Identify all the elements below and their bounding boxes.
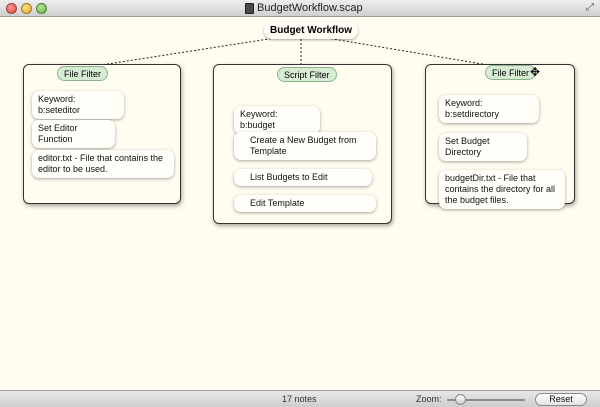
note-keyword-setdirectory[interactable]: Keyword: b:setdirectory (439, 95, 539, 123)
move-cursor-icon: ✥ (530, 65, 541, 79)
note-list-budgets[interactable]: List Budgets to Edit (234, 169, 372, 186)
note-create-new-budget[interactable]: Create a New Budget from Template (234, 132, 376, 160)
window-title: BudgetWorkflow.scap (257, 2, 363, 14)
document-icon (245, 3, 254, 14)
fullscreen-icon[interactable]: ⤢ (586, 2, 594, 13)
title-bar[interactable]: BudgetWorkflow.scap ⤢ (0, 0, 600, 17)
group-title-file-filter-directory[interactable]: File Filter (485, 65, 537, 80)
note-set-budget-directory[interactable]: Set Budget Directory (439, 133, 527, 161)
zoom-label: Zoom: (416, 394, 442, 404)
note-edit-template[interactable]: Edit Template (234, 195, 376, 212)
note-count: 17 notes (282, 394, 317, 404)
root-node-budget-workflow[interactable]: Budget Workflow (264, 22, 359, 39)
reset-zoom-button[interactable]: Reset (535, 393, 587, 406)
note-set-editor-function[interactable]: Set Editor Function (32, 120, 115, 148)
note-budgetdir-txt[interactable]: budgetDir.txt - File that contains the d… (439, 170, 565, 209)
note-editor-txt[interactable]: editor.txt - File that contains the edit… (32, 150, 174, 178)
group-title-file-filter-editor[interactable]: File Filter (57, 66, 109, 81)
status-bar: 17 notes Zoom: Reset (0, 390, 600, 407)
map-canvas[interactable]: Budget Workflow File Filter Keyword: b:s… (0, 18, 600, 390)
note-keyword-budget[interactable]: Keyword: b:budget (234, 106, 320, 134)
zoom-slider-handle[interactable] (455, 394, 467, 405)
zoom-window-button[interactable] (36, 3, 47, 14)
note-keyword-seteditor[interactable]: Keyword: b:seteditor (32, 91, 124, 119)
close-window-button[interactable] (6, 3, 17, 14)
group-title-script-filter[interactable]: Script Filter (277, 67, 337, 82)
minimize-window-button[interactable] (21, 3, 32, 14)
